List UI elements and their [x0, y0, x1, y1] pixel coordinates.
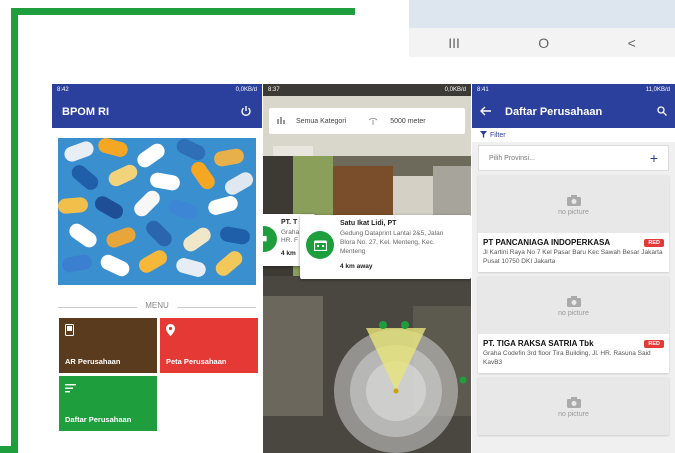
no-picture-placeholder: no picture: [478, 377, 669, 435]
phone-ar-view: 8:37 0,0KB/d Semua Kategori 5000 meter ■…: [263, 84, 471, 453]
fragment-screen: [409, 0, 675, 28]
building-icon: ■: [263, 226, 277, 252]
status-badge: RED: [644, 238, 664, 247]
page-title: Daftar Perusahaan: [505, 106, 603, 118]
status-time: 8:37: [268, 87, 280, 93]
status-net: 0,0KB/d: [235, 87, 257, 93]
poi-title: PT. T: [281, 219, 298, 226]
screenshot-canvas: III O < 8:42 0,0KB/d BPOM RI MENU AR Per…: [0, 0, 675, 453]
tile-label: Daftar Perusahaan: [65, 415, 132, 424]
android-nav-bar: III O <: [409, 28, 675, 57]
distance-icon: [368, 116, 378, 127]
status-badge: RED: [644, 339, 664, 348]
power-icon[interactable]: [240, 105, 252, 120]
radar-poi-dot: [459, 376, 467, 384]
company-address: Graha Codefin 3rd floor Tira Building, J…: [483, 350, 651, 366]
phone-company-list: 8:41 11,0KB/d Daftar Perusahaan Filter P…: [472, 84, 675, 453]
category-select[interactable]: Semua Kategori: [296, 118, 346, 125]
filter-label: Filter: [490, 131, 506, 139]
list-icon: [65, 382, 151, 396]
filter-toggle[interactable]: Filter: [472, 128, 675, 142]
radar-center: [393, 388, 399, 394]
map-pin-icon: [166, 324, 252, 339]
status-bar: 8:42 0,0KB/d: [52, 84, 262, 96]
status-time: 8:41: [477, 87, 489, 93]
province-select[interactable]: Pilih Provinsi... +: [478, 145, 669, 171]
radar-poi-dot: [379, 321, 387, 329]
status-time: 8:42: [57, 87, 69, 93]
tile-label: AR Perusahaan: [65, 357, 121, 366]
company-name: PT PANCANIAGA INDOPERKASA: [483, 238, 611, 247]
tile-label: Peta Perusahaan: [166, 357, 227, 366]
distance-value[interactable]: 5000 meter: [390, 118, 425, 125]
company-card[interactable]: no picture PT. TIGA RAKSA SATRIA Tbk RED…: [478, 276, 669, 373]
poi-distance: 4 km: [281, 250, 296, 257]
no-picture-placeholder: no picture: [478, 276, 669, 334]
poi-title: Satu Ikat Lidi, PT: [340, 220, 397, 227]
poi-distance: 4 km away: [340, 263, 373, 270]
menu-divider: MENU: [58, 301, 256, 313]
radar-poi-dot: [401, 321, 409, 329]
search-icon[interactable]: [657, 105, 667, 119]
tile-daftar-perusahaan[interactable]: Daftar Perusahaan: [59, 376, 157, 431]
status-net: 11,0KB/d: [645, 87, 670, 93]
no-picture-placeholder: no picture: [478, 175, 669, 233]
tile-peta-perusahaan[interactable]: Peta Perusahaan: [160, 318, 258, 373]
company-card[interactable]: no picture PT PANCANIAGA INDOPERKASA RED…: [478, 175, 669, 272]
app-bar: Daftar Perusahaan: [472, 96, 675, 128]
phone-main-menu: 8:42 0,0KB/d BPOM RI MENU AR Perusahaan …: [52, 84, 262, 453]
app-bar: BPOM RI: [52, 96, 262, 128]
no-picture-label: no picture: [558, 208, 589, 216]
green-frame-top: [11, 8, 355, 15]
filter-icon: [480, 130, 487, 140]
category-icon: [277, 116, 286, 126]
company-card[interactable]: no picture: [478, 377, 669, 435]
ar-filter-bar[interactable]: Semua Kategori 5000 meter: [269, 108, 465, 134]
status-net: 0,0KB/d: [444, 87, 466, 93]
status-bar: 8:37 0,0KB/d: [263, 84, 471, 96]
poi-address: Gedung Dataprint Lantai 2&5, Jalan: [340, 230, 444, 237]
back-button[interactable]: <: [628, 35, 636, 51]
green-frame-left: [11, 8, 18, 453]
camera-icon: [566, 294, 581, 310]
poi-address: HR. F: [281, 237, 298, 244]
banner-image-pills: [58, 138, 256, 285]
poi-address: Blora No. 27, Kel. Menteng, Kec.: [340, 239, 435, 246]
company-address: Jl Kartini Raya No 7 Kel Pasar Baru Kec …: [483, 249, 663, 265]
green-frame-bottom: [0, 446, 18, 453]
poi-address: Menteng: [340, 248, 366, 255]
province-placeholder: Pilih Provinsi...: [489, 154, 535, 162]
building-icon: [306, 231, 334, 259]
home-button[interactable]: O: [538, 35, 549, 51]
phone-icon: [65, 324, 151, 339]
back-arrow-icon[interactable]: [480, 106, 491, 119]
recent-apps-button[interactable]: III: [448, 35, 460, 51]
add-icon[interactable]: +: [650, 150, 658, 166]
poi-card-front[interactable]: Satu Ikat Lidi, PT Gedung Dataprint Lant…: [300, 215, 471, 279]
no-picture-label: no picture: [558, 410, 589, 418]
tile-ar-perusahaan[interactable]: AR Perusahaan: [59, 318, 157, 373]
camera-icon: [566, 395, 581, 411]
camera-icon: [566, 193, 581, 209]
company-name: PT. TIGA RAKSA SATRIA Tbk: [483, 339, 594, 348]
status-bar: 8:41 11,0KB/d: [472, 84, 675, 96]
app-title: BPOM RI: [62, 106, 110, 118]
no-picture-label: no picture: [558, 309, 589, 317]
phone-fragment: III O <: [409, 0, 675, 57]
menu-label: MENU: [137, 301, 177, 310]
